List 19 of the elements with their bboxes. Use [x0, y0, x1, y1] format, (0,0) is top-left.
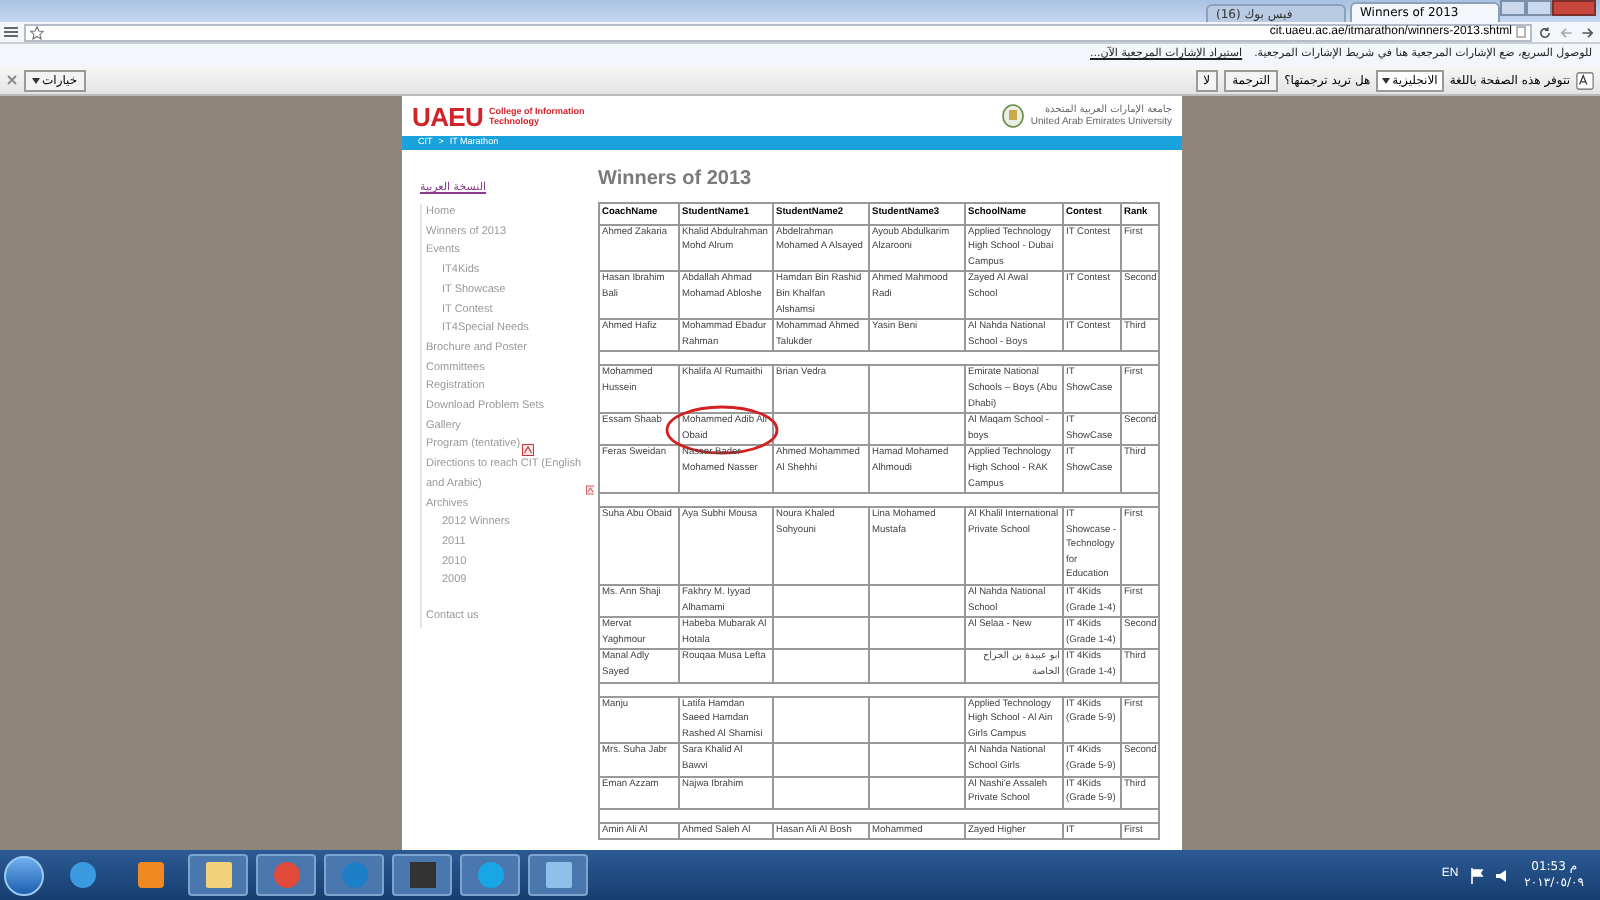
translate-icon [1576, 71, 1594, 89]
back-arrow-icon[interactable] [1558, 25, 1574, 39]
flag-icon[interactable] [1470, 867, 1485, 883]
start-button[interactable] [4, 855, 44, 895]
menu-icon[interactable] [4, 26, 18, 38]
reload-icon[interactable] [1538, 25, 1552, 39]
pdf-icon [522, 444, 535, 457]
page-title: Winners of 2013 [598, 168, 754, 190]
pdf-icon [585, 483, 594, 496]
caret-icon [1382, 77, 1391, 83]
emblem-icon [1002, 104, 1025, 128]
close-button[interactable] [1552, 0, 1596, 16]
caret-icon [32, 77, 40, 83]
maximize-button[interactable] [1526, 0, 1552, 16]
forward-arrow-icon[interactable] [1580, 25, 1596, 39]
close-icon[interactable] [6, 74, 18, 86]
minimize-button[interactable] [1500, 0, 1526, 16]
star-icon[interactable] [30, 25, 44, 39]
uaeu-logo: UAEU [412, 103, 484, 129]
